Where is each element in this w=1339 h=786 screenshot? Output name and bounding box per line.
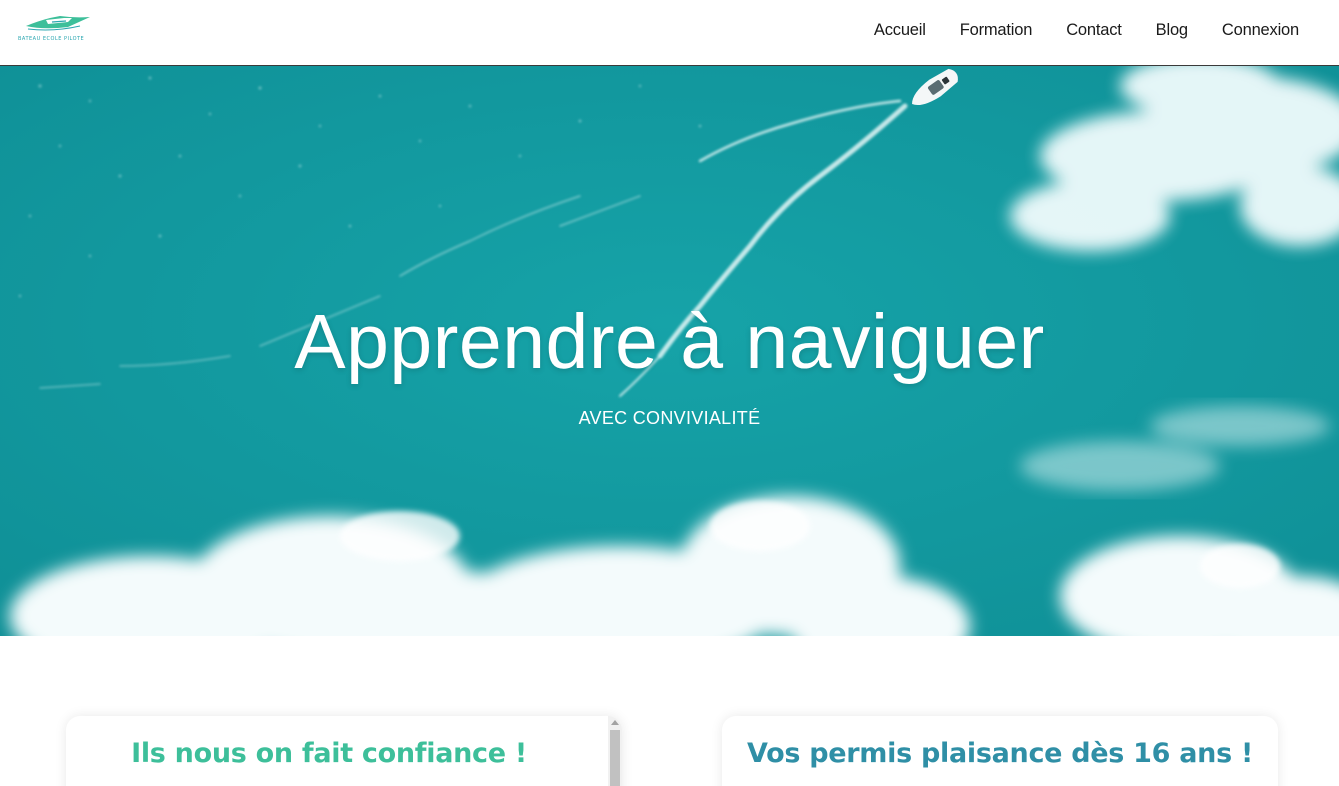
testimonials-card: Ils nous on fait confiance ! — [66, 716, 622, 786]
hero-banner: Apprendre à naviguer AVEC CONVIVIALITÉ — [0, 66, 1339, 636]
permits-card: Vos permis plaisance dès 16 ans ! — [722, 716, 1278, 786]
main-nav: Accueil Formation Contact Blog Connexion — [857, 0, 1299, 60]
nav-item-accueil[interactable]: Accueil — [857, 0, 943, 60]
nav-item-formation[interactable]: Formation — [943, 0, 1049, 60]
scroll-up-arrow-icon[interactable] — [611, 720, 619, 725]
permits-title: Vos permis plaisance dès 16 ans ! — [747, 738, 1253, 769]
hero-title: Apprendre à naviguer — [294, 299, 1045, 385]
hero-subtitle: AVEC CONVIVIALITÉ — [578, 408, 761, 428]
nav-item-connexion[interactable]: Connexion — [1205, 0, 1299, 60]
logo-text: Bateau Ecole Pilote — [18, 36, 85, 42]
scroll-thumb[interactable] — [610, 730, 620, 786]
logo[interactable]: Bateau Ecole Pilote — [18, 12, 98, 46]
site-header: Bateau Ecole Pilote Accueil Formation Co… — [0, 0, 1339, 66]
nav-item-contact[interactable]: Contact — [1049, 0, 1138, 60]
boat-logo-icon — [26, 16, 90, 31]
nav-item-blog[interactable]: Blog — [1139, 0, 1205, 60]
testimonials-scrollbar[interactable] — [608, 716, 622, 786]
testimonials-title: Ils nous on fait confiance ! — [131, 738, 527, 769]
